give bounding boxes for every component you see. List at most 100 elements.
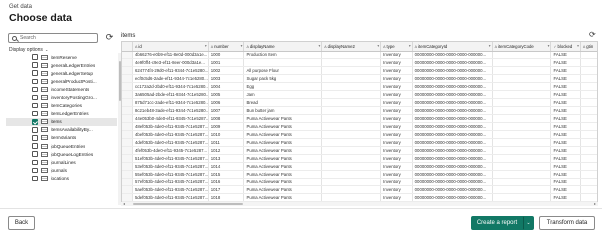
table-cell: 1001 — [208, 58, 245, 68]
tree-item[interactable]: locations — [6, 174, 117, 182]
table-cell — [580, 90, 597, 100]
tree-item[interactable]: generalLedgerSetup — [6, 69, 117, 77]
transform-data-button[interactable]: Transform data — [539, 216, 595, 230]
tree-item[interactable]: journalLines — [6, 158, 117, 166]
checkbox[interactable] — [32, 175, 38, 182]
table-cell — [321, 138, 382, 147]
table-cell: FALSE — [550, 66, 581, 76]
column-menu-icon[interactable]: ▾ — [548, 44, 550, 48]
checkbox[interactable] — [32, 94, 38, 101]
column-menu-icon[interactable]: ▾ — [489, 44, 491, 48]
checkbox[interactable] — [32, 119, 38, 125]
column-menu-icon[interactable]: ▾ — [318, 44, 320, 48]
table-cell: Puma Activewear Pants — [243, 193, 323, 202]
create-report-dropdown-button[interactable]: ⌄ — [523, 216, 534, 230]
table-cell: 00000000-0000-0000-0000-000000... — [412, 66, 493, 76]
tree-item[interactable]: itemLedgerEntries — [6, 110, 117, 118]
table-cell — [321, 170, 382, 179]
navigator-tree: itemReserve generalLedgerEntries generalLe… — [6, 53, 117, 205]
checkbox[interactable] — [32, 127, 38, 133]
table-row: 5def053b-4de0-ef11-9345-7c1e5287... 1018 P… — [122, 193, 597, 202]
checkbox[interactable] — [32, 159, 38, 166]
column-header-label: gtin — [586, 43, 594, 49]
table-row: 8c21eb48-3ade-ef11-9344-7c1e5280... 1007 B… — [122, 106, 597, 115]
tree-item-label: inventoryPostingGro... — [50, 95, 97, 101]
table-cell: 53ef053b-4de0-ef11-9345-7c1e5287... — [132, 162, 209, 171]
tree-item[interactable]: generalProductPosti... — [6, 77, 117, 85]
table-icon — [40, 54, 48, 60]
tree-item[interactable]: itemCategories — [6, 102, 117, 110]
tree-item[interactable]: inventoryPostingGro... — [6, 93, 117, 101]
tree-item[interactable]: itemVariants — [6, 134, 117, 142]
checkbox[interactable] — [32, 143, 38, 149]
table-cell: Puma Activewear Pants — [243, 185, 323, 195]
table-cell — [492, 51, 552, 60]
checkbox[interactable] — [32, 86, 38, 93]
checkbox[interactable] — [32, 102, 38, 109]
column-menu-icon[interactable]: ▾ — [241, 44, 243, 48]
tree-item[interactable]: jobQueueEntries — [6, 142, 117, 150]
scroll-left-icon[interactable]: ◂ — [123, 201, 125, 206]
table-cell: 1000 — [208, 51, 245, 60]
checkbox[interactable] — [32, 54, 38, 60]
tree-item[interactable]: itemReserve — [6, 53, 117, 61]
tree-item[interactable]: journals — [6, 166, 117, 174]
column-header[interactable]: Aid ▾ — [132, 42, 209, 52]
tree-item-label: generalLedgerEntries — [50, 62, 96, 68]
create-report-button[interactable]: Create a report — [471, 216, 523, 230]
table-cell — [580, 122, 597, 131]
table-cell — [580, 114, 597, 123]
tree-item[interactable]: generalLedgerEntries — [6, 61, 117, 69]
table-cell: Inventory — [380, 178, 413, 187]
table-cell — [492, 98, 552, 108]
table-cell: 5def053b-4de0-ef11-9345-7c1e5287... — [132, 193, 209, 202]
column-header[interactable]: AdisplayName2 ▾ — [321, 42, 382, 52]
column-header[interactable]: Anumber ▾ — [208, 42, 245, 52]
column-header[interactable]: AitemCategoryCode ▾ — [492, 42, 552, 52]
column-header[interactable]: AdisplayName ▾ — [243, 42, 323, 52]
table-cell: Inventory — [380, 185, 413, 195]
checkbox[interactable] — [32, 167, 38, 174]
refresh-icon[interactable]: ⟳ — [104, 32, 115, 43]
search-input[interactable]: Search — [8, 33, 98, 43]
table-cell: Inventory — [380, 130, 413, 139]
table-cell — [580, 154, 597, 163]
column-menu-icon[interactable]: ▾ — [205, 44, 207, 48]
table-cell — [321, 185, 382, 195]
column-header[interactable]: Atype ▾ — [380, 42, 413, 52]
checkbox[interactable] — [32, 135, 38, 141]
scroll-right-icon[interactable]: ▸ — [594, 201, 596, 206]
preview-refresh-icon[interactable]: ⟳ — [589, 30, 596, 39]
row-gutter — [122, 90, 133, 100]
table-cell: 3a6505ad-2bde-ef11-9344-7c1e5280... — [132, 90, 209, 100]
table-cell: Inventory — [380, 51, 413, 60]
table-cell — [321, 146, 382, 155]
checkbox[interactable] — [32, 110, 38, 117]
table-cell — [580, 51, 597, 60]
tree-item[interactable]: incomeStatements — [6, 85, 117, 93]
table-icon — [40, 70, 48, 76]
preview-hscroll-thumb[interactable] — [133, 203, 243, 205]
tree-item[interactable]: items — [6, 117, 117, 126]
table-cell: FALSE — [550, 98, 581, 108]
back-button[interactable]: Back — [8, 216, 35, 230]
preview-hscrollbar[interactable]: ◂ ▸ — [121, 201, 598, 206]
column-menu-icon[interactable]: ▾ — [577, 44, 579, 48]
table-cell: 624774f4-29d0-ef11-9344-7c1e5280... — [132, 66, 209, 76]
column-menu-icon[interactable]: ▾ — [409, 44, 411, 48]
checkbox[interactable] — [32, 70, 38, 76]
checkbox[interactable] — [32, 78, 38, 85]
row-gutter — [122, 138, 133, 147]
tree-item[interactable]: itemsAvailabilityBy... — [6, 126, 117, 134]
tree-item[interactable]: jobQueueLogEntries — [6, 150, 117, 158]
column-header[interactable]: AitemCategoryId ▾ — [412, 42, 493, 52]
column-header[interactable]: ✓blocked ▾ — [550, 42, 581, 52]
column-menu-icon[interactable]: ▾ — [377, 44, 379, 48]
checkbox[interactable] — [32, 151, 38, 157]
checkbox[interactable] — [32, 62, 38, 68]
table-cell — [580, 130, 597, 139]
page-title: Choose data — [9, 12, 73, 24]
table-cell — [321, 51, 382, 60]
column-header[interactable]: Agtin ▾ — [580, 42, 597, 52]
table-cell: 44e053b0-4de0-ef11-9345-7c1e5287... — [132, 114, 209, 123]
